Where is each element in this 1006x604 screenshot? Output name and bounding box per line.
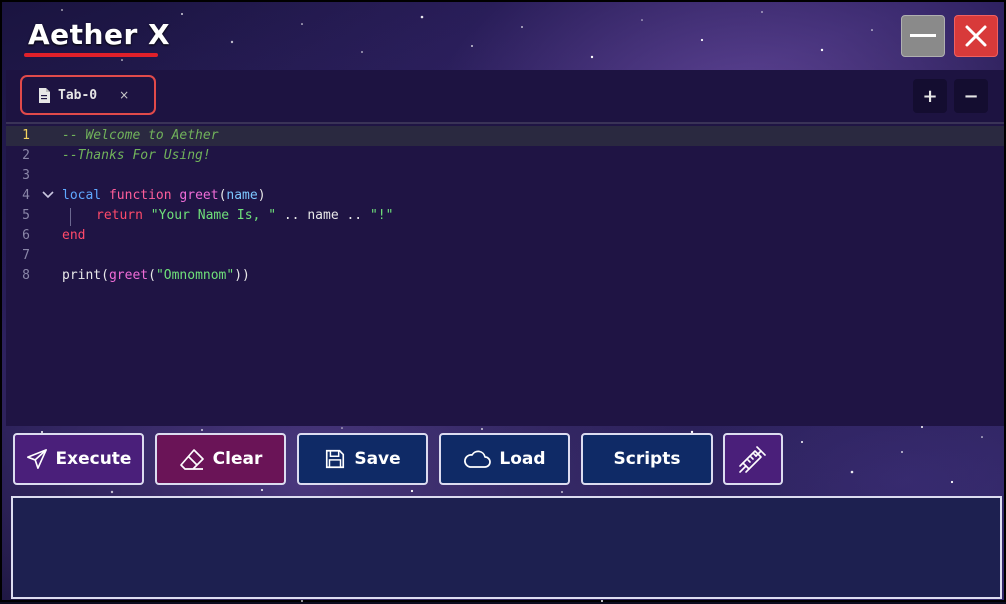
- comment-token: -- Welcome to Aether: [62, 128, 219, 143]
- title-underline: [24, 53, 158, 57]
- minimize-button[interactable]: [901, 15, 945, 57]
- code-text: -- Welcome to Aether: [62, 126, 219, 146]
- remove-tab-button[interactable]: −: [954, 79, 988, 113]
- send-icon: [26, 449, 47, 469]
- line-number: 1: [22, 128, 30, 143]
- code-line: 2 --Thanks For Using!: [6, 146, 1004, 166]
- app-window: Aether X Tab-0 × + − 1 -- Welcome to Aet…: [0, 0, 1006, 602]
- punct-token: )): [234, 268, 250, 283]
- line-number: 4: [22, 188, 30, 203]
- output-console[interactable]: [11, 496, 1002, 599]
- keyword-token: return: [96, 208, 143, 223]
- code-text: --Thanks For Using!: [62, 146, 211, 166]
- save-label: Save: [354, 449, 401, 469]
- clear-button[interactable]: Clear: [155, 433, 286, 485]
- operator-token: ..: [276, 208, 308, 223]
- code-text: print(greet("Omnomnom")): [62, 266, 250, 286]
- code-text: return "Your Name Is, " .. name .. "!": [96, 206, 393, 226]
- fold-chevron-icon[interactable]: [42, 186, 54, 206]
- string-token: "!": [369, 208, 394, 223]
- punct-token: (: [148, 268, 156, 283]
- execute-button[interactable]: Execute: [13, 433, 144, 485]
- syringe-icon: [739, 446, 766, 473]
- code-line: 3: [6, 166, 1004, 186]
- comment-token: --Thanks For Using!: [62, 148, 211, 163]
- keyword-token: function: [108, 188, 172, 203]
- code-line: 7: [6, 246, 1004, 266]
- code-editor[interactable]: 1 -- Welcome to Aether 2 --Thanks For Us…: [6, 122, 1004, 426]
- floppy-disk-icon: [326, 449, 345, 469]
- string-token: "Omnomnom": [155, 268, 235, 283]
- line-number: 2: [22, 148, 30, 163]
- code-line: 5 return "Your Name Is, " .. name .. "!": [6, 206, 1004, 226]
- string-token: "Your Name Is, ": [150, 208, 277, 223]
- tab-0[interactable]: Tab-0 ×: [20, 75, 156, 115]
- keyword-token: end: [62, 228, 86, 243]
- eraser-icon: [179, 449, 204, 470]
- file-icon: [39, 87, 50, 103]
- scripts-label: Scripts: [613, 449, 681, 469]
- function-name-token: greet: [179, 188, 219, 203]
- code-line: 1 -- Welcome to Aether: [6, 126, 1004, 146]
- code-text: local function greet(name): [62, 186, 266, 206]
- punct-token: ): [257, 188, 266, 203]
- cloud-icon: [464, 450, 492, 468]
- inject-button[interactable]: [723, 433, 783, 485]
- load-button[interactable]: Load: [439, 433, 570, 485]
- load-label: Load: [499, 449, 546, 469]
- operator-token: ..: [338, 208, 370, 223]
- execute-label: Execute: [55, 449, 132, 469]
- line-number: 3: [22, 168, 30, 183]
- line-number: 5: [22, 208, 30, 223]
- indent-guide: [70, 208, 71, 226]
- close-icon: [965, 25, 987, 47]
- line-number: 6: [22, 228, 30, 243]
- variable-token: name: [307, 208, 339, 223]
- app-title: Aether X: [28, 18, 171, 51]
- close-button[interactable]: [954, 15, 998, 57]
- tab-bar: Tab-0 × + −: [6, 70, 1004, 122]
- code-line: 4 local function greet(name): [6, 186, 1004, 206]
- param-token: name: [226, 188, 258, 203]
- scripts-button[interactable]: Scripts: [581, 433, 713, 485]
- save-button[interactable]: Save: [297, 433, 428, 485]
- code-line: 8 print(greet("Omnomnom")): [6, 266, 1004, 286]
- clear-label: Clear: [212, 449, 263, 469]
- tab-close-button[interactable]: ×: [119, 88, 129, 102]
- code-text: end: [62, 226, 85, 246]
- function-call-token: print(: [62, 268, 109, 283]
- keyword-token: local: [62, 188, 102, 203]
- minimize-icon: [910, 34, 936, 37]
- line-number: 7: [22, 248, 30, 263]
- line-number: 8: [22, 268, 30, 283]
- add-tab-button[interactable]: +: [913, 79, 947, 113]
- tab-label: Tab-0: [58, 87, 98, 103]
- code-line: 6 end: [6, 226, 1004, 246]
- function-name-token: greet: [108, 268, 149, 283]
